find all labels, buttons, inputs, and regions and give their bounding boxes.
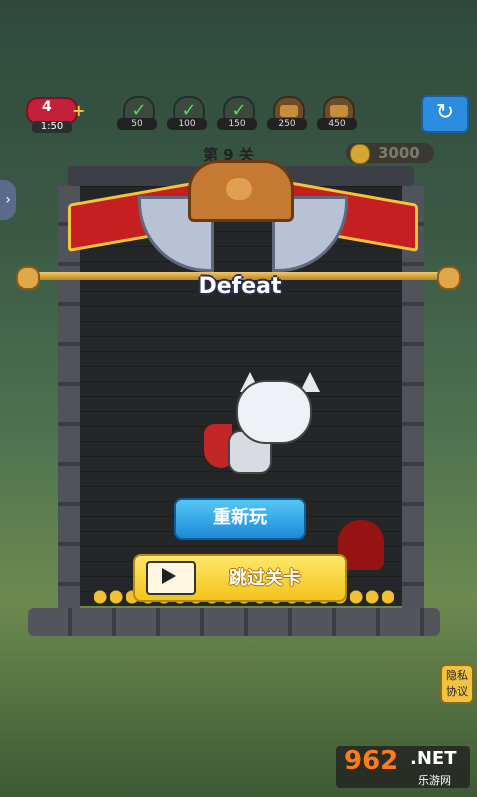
retry-button[interactable]: 重新玩 xyxy=(174,498,306,540)
coin-icon xyxy=(350,144,370,164)
watermark-logo: 962 xyxy=(344,746,399,776)
stage-50-label: 50 xyxy=(117,118,157,130)
watermark-sub: 乐游网 xyxy=(418,774,451,787)
lives-panel[interactable]: 4 + 1:50 xyxy=(26,97,85,135)
privacy-button[interactable]: 隐私 协议 xyxy=(440,664,474,704)
stage-100-label: 100 xyxy=(167,118,207,130)
watermark-net: .NET xyxy=(410,748,457,769)
restart-icon[interactable]: ↻ xyxy=(421,95,469,133)
skip-level-label: 跳过关卡 xyxy=(229,568,301,589)
side-expand-button[interactable]: › xyxy=(0,180,16,220)
stage-450-label: 450 xyxy=(317,118,357,130)
add-lives-icon[interactable]: + xyxy=(72,101,85,120)
pin-handle-right[interactable] xyxy=(437,266,461,290)
coin-count: 3000 xyxy=(378,144,420,162)
privacy-label-line1: 隐私 xyxy=(446,669,468,682)
tower-base xyxy=(28,608,440,636)
defeat-title: Defeat xyxy=(198,274,282,299)
hero-cat-head xyxy=(236,380,312,444)
privacy-label-line2: 协议 xyxy=(446,685,468,698)
stage-150-label: 150 xyxy=(217,118,257,130)
stage-250-label: 250 xyxy=(267,118,307,130)
helmet-emblem-icon xyxy=(226,178,252,200)
pin-handle-left[interactable] xyxy=(16,266,40,290)
lives-count: 4 xyxy=(42,99,52,115)
play-icon xyxy=(162,568,176,584)
lives-timer: 1:50 xyxy=(32,121,72,133)
